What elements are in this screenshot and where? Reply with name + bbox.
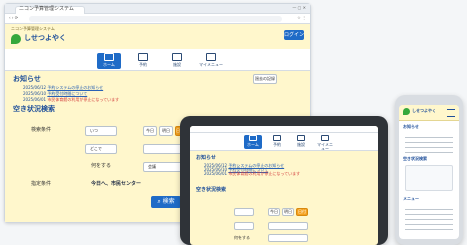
nav-reserve[interactable]: 予約 [131,53,155,69]
tablet-notice-title: お知らせ [196,155,216,161]
phone-menu-title: メニュー [403,196,419,201]
leaf-icon [403,108,410,115]
tablet-nav-reserve[interactable]: 予約 [268,135,286,149]
nav-label: 施設 [173,62,181,67]
nav-label: マイメニュー [317,142,333,151]
phone-notice-title: お知らせ [403,124,419,129]
leaf-icon [11,34,21,44]
chip-today[interactable]: 今日 [143,126,157,136]
phone-search-block[interactable] [405,165,453,191]
browser-tab[interactable]: ニコン予算管理システム [15,6,85,14]
address-field[interactable] [29,16,282,22]
login-button[interactable]: ログイン [284,30,304,40]
tablet-chip-tomorrow[interactable]: 明日 [282,208,294,216]
list-icon [321,135,329,141]
home-icon [249,135,257,141]
specified-text: 今日へ、市民センター [91,181,142,187]
browser-nav-icons[interactable]: ‹ › ⟳ [9,15,18,20]
calendar-icon [273,135,281,141]
calendar-icon [138,53,148,61]
what-selector[interactable]: どこで [85,144,117,154]
specified-label: 指定条件 [31,181,52,187]
tablet-nav-home[interactable]: ホーム [244,135,262,149]
building-icon [172,53,182,61]
nav-label: 予約 [139,62,147,67]
nav-mymenu[interactable]: マイメニュー [199,53,223,69]
building-icon [297,135,305,141]
search-button[interactable]: ⌕ 検索 [151,196,181,208]
desktop-navbar: ホーム 予約 施設 マイメニュー [5,49,310,71]
tablet-search-title: 空き状況検索 [196,187,227,193]
phone-screen: しせつよやく お知らせ 空き状況検索 メニュー [399,105,459,239]
tablet-chip-date[interactable]: 日付 [296,208,308,216]
tablet-statusbar [190,126,378,133]
phone-menu-icon[interactable] [447,109,455,117]
tablet-where-selector[interactable] [234,208,254,216]
tablet-nav-facility[interactable]: 施設 [292,135,310,149]
nav-label: ホーム [247,142,259,147]
browser-menu-icons[interactable]: ☆ ⋮ [297,15,306,20]
notice-item[interactable]: 2025/06/01 市民体育館の利用が停止になっています [23,98,263,102]
phone-notice-lines [405,133,453,157]
tablet-purpose-dropdown[interactable] [268,234,308,242]
tablet-place-dropdown[interactable] [268,222,308,230]
tablet-device: ホーム 予約 施設 マイメニュー お知らせ 2025/06/12 予約システムの… [180,116,388,245]
tablet-chip-today[interactable]: 今日 [268,208,280,216]
nav-label: 施設 [297,142,305,147]
tablet-screen: ホーム 予約 施設 マイメニュー お知らせ 2025/06/12 予約システムの… [190,126,378,245]
logo-text: しせつよやく [24,34,66,43]
window-controls[interactable]: — ▢ ✕ [292,5,306,10]
nav-label: ホーム [103,62,115,67]
chip-tomorrow[interactable]: 明日 [159,126,173,136]
phone-menu-lines [405,205,453,234]
tablet-notice-list: 2025/06/12 予約システムの停止のお知らせ 2025/06/10 予約受… [204,163,324,177]
notice-list: 2025/06/12 予約システムの停止のお知らせ 2025/06/10 予約受… [23,85,263,105]
where-selector[interactable]: いつ [85,126,117,136]
home-icon [104,53,114,61]
tablet-navbar: ホーム 予約 施設 マイメニュー [190,133,378,151]
phone-device: しせつよやく お知らせ 空き状況検索 メニュー [395,95,463,245]
notice-item[interactable]: 2025/06/12 予約システムの停止のお知らせ [23,85,263,90]
search-condition-label: 検索条件 [31,127,52,133]
notice-item[interactable]: 2025/06/10 予約受付時間について [23,92,263,96]
notice-list-button[interactable]: 過去の記録 [253,74,277,84]
tablet-what-selector[interactable] [234,222,254,230]
list-icon [206,53,216,61]
notice-title: お知らせ [13,75,41,83]
nav-label: 予約 [273,142,281,147]
browser-tabbar: ニコン予算管理システム — ▢ ✕ [5,4,310,14]
phone-header: しせつよやく [399,105,459,121]
notice-item[interactable]: 2025/06/01 市民体育館の利用が停止になっています [204,172,324,176]
tablet-purpose-label: 何をする [234,235,250,240]
app-name-small: ニコン予算管理システム [11,26,55,31]
nav-label: マイメニュー [199,62,223,67]
nav-home[interactable]: ホーム [97,53,121,69]
browser-addressbar[interactable]: ‹ › ⟳ ☆ ⋮ [5,14,310,24]
logo: しせつよやく [11,33,66,45]
search-title: 空き状況検索 [13,105,55,113]
phone-search-title: 空き状況検索 [403,156,427,161]
purpose-label: 何をする [91,163,112,169]
tablet-nav-mymenu[interactable]: マイメニュー [316,135,334,151]
phone-logo-text: しせつよやく [412,108,436,114]
phone-logo: しせつよやく [403,108,436,115]
nav-facility[interactable]: 施設 [165,53,189,69]
